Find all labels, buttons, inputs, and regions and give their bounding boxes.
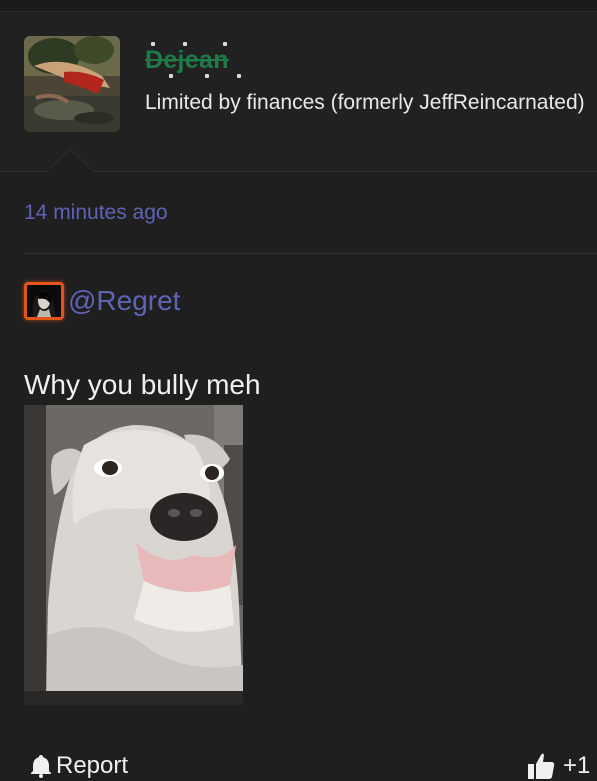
post-timestamp[interactable]: 14 minutes ago [24, 201, 168, 225]
like-button[interactable]: +1 [527, 751, 590, 781]
user-avatar[interactable] [24, 36, 120, 132]
header-pointer [46, 150, 94, 172]
like-count: +1 [563, 752, 591, 779]
top-bar [0, 0, 597, 12]
report-button[interactable]: Report [30, 751, 128, 781]
bell-icon [30, 754, 52, 778]
report-label: Report [56, 752, 129, 779]
mention-link[interactable]: @Regret [68, 285, 180, 317]
thumbs-up-icon [527, 752, 555, 780]
user-title: Limited by finances (formerly JeffReinca… [145, 91, 585, 114]
user-header: Dejean Limited by finances (formerly Jef… [0, 12, 597, 172]
mention-avatar[interactable] [24, 282, 64, 320]
username[interactable]: Dejean [145, 46, 229, 75]
divider [24, 253, 597, 254]
post-image[interactable] [24, 405, 243, 705]
post-text: Why you bully meh [24, 369, 261, 400]
